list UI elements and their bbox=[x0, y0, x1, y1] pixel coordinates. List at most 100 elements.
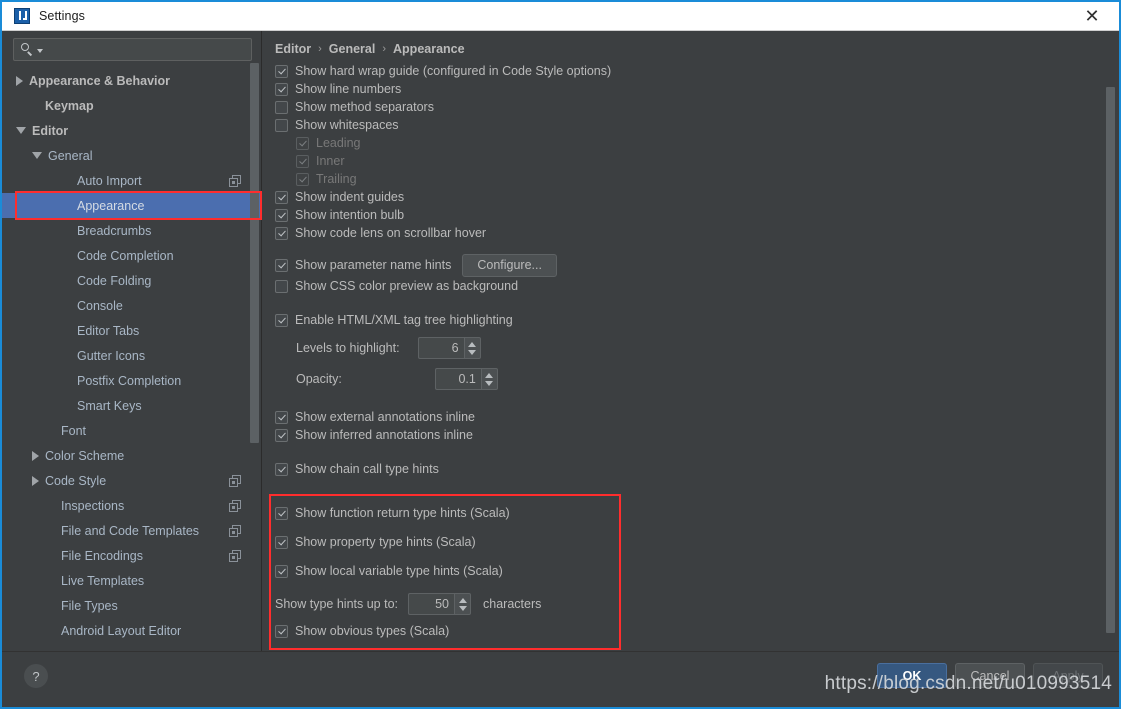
checkbox-show-indent-guides[interactable] bbox=[275, 190, 288, 204]
sidebar-item-breadcrumbs[interactable]: Breadcrumbs bbox=[2, 218, 261, 243]
spinner-down-icon[interactable] bbox=[468, 349, 477, 355]
checkbox-leading[interactable] bbox=[296, 136, 309, 150]
checkbox-show-hard-wrap-guide[interactable] bbox=[275, 64, 288, 78]
sidebar-item-file-encodings[interactable]: File Encodings bbox=[2, 543, 261, 568]
checkbox-show-parameter-name-hints[interactable] bbox=[275, 258, 288, 272]
sidebar-item-appearance[interactable]: Appearance bbox=[2, 193, 261, 218]
option-show-external-annotations[interactable]: Show external annotations inline bbox=[275, 408, 1119, 426]
option-trailing[interactable]: Trailing bbox=[275, 170, 1119, 188]
spinner-down-icon[interactable] bbox=[458, 605, 467, 611]
checkbox-show-external-annotations[interactable] bbox=[275, 410, 288, 424]
copy-icon[interactable] bbox=[229, 550, 241, 562]
chevron-down-icon[interactable] bbox=[32, 152, 42, 159]
option-enable-tag-tree-highlighting[interactable]: Enable HTML/XML tag tree highlighting bbox=[275, 311, 1119, 329]
sidebar-item-gutter-icons[interactable]: Gutter Icons bbox=[2, 343, 261, 368]
copy-icon[interactable] bbox=[229, 475, 241, 487]
spinner-type-hints-up-to[interactable] bbox=[408, 593, 471, 615]
spinner-up-icon[interactable] bbox=[485, 372, 494, 378]
checkbox-show-whitespaces[interactable] bbox=[275, 118, 288, 132]
checkbox-show-code-lens[interactable] bbox=[275, 226, 288, 240]
main-scrollbar[interactable] bbox=[1106, 31, 1115, 651]
chevron-right-icon[interactable] bbox=[32, 450, 39, 461]
sidebar-item-android-layout-editor[interactable]: Android Layout Editor bbox=[2, 618, 261, 643]
checkbox-show-property-type-hints[interactable] bbox=[275, 535, 288, 549]
breadcrumb-item-editor[interactable]: Editor bbox=[275, 42, 311, 56]
sidebar-item-file-types[interactable]: File Types bbox=[2, 593, 261, 618]
option-inner[interactable]: Inner bbox=[275, 152, 1119, 170]
sidebar-item-inspections[interactable]: Inspections bbox=[2, 493, 261, 518]
sidebar-scrollbar[interactable] bbox=[250, 31, 259, 651]
spinner-buttons-opacity[interactable] bbox=[480, 368, 498, 390]
checkbox-show-line-numbers[interactable] bbox=[275, 82, 288, 96]
breadcrumb-item-general[interactable]: General bbox=[329, 42, 376, 56]
spinner-buttons-levels[interactable] bbox=[463, 337, 481, 359]
sidebar-item-keymap[interactable]: Keymap bbox=[2, 93, 261, 118]
option-show-property-type-hints[interactable]: Show property type hints (Scala) bbox=[275, 533, 621, 551]
sidebar-item-editor[interactable]: Editor bbox=[2, 118, 261, 143]
option-show-inferred-annotations[interactable]: Show inferred annotations inline bbox=[275, 426, 1119, 444]
sidebar-item-postfix-completion[interactable]: Postfix Completion bbox=[2, 368, 261, 393]
copy-icon[interactable] bbox=[229, 175, 241, 187]
checkbox-show-method-separators[interactable] bbox=[275, 100, 288, 114]
sidebar-item-appearance-behavior[interactable]: Appearance & Behavior bbox=[2, 68, 261, 93]
chevron-right-icon[interactable] bbox=[16, 75, 23, 86]
option-show-indent-guides[interactable]: Show indent guides bbox=[275, 188, 1119, 206]
spinner-levels-to-highlight[interactable] bbox=[417, 337, 481, 359]
sidebar-item-code-folding[interactable]: Code Folding bbox=[2, 268, 261, 293]
sidebar-item-console[interactable]: Console bbox=[2, 293, 261, 318]
checkbox-show-function-return-type-hints[interactable] bbox=[275, 506, 288, 520]
sidebar-item-code-completion[interactable]: Code Completion bbox=[2, 243, 261, 268]
option-show-intention-bulb[interactable]: Show intention bulb bbox=[275, 206, 1119, 224]
copy-icon[interactable] bbox=[229, 525, 241, 537]
option-show-chain-call-type-hints[interactable]: Show chain call type hints bbox=[275, 460, 1119, 478]
spinner-input-levels-to-highlight[interactable] bbox=[417, 337, 464, 359]
checkbox-enable-tag-tree-highlighting[interactable] bbox=[275, 313, 288, 327]
checkbox-inner[interactable] bbox=[296, 154, 309, 168]
breadcrumb-item-appearance[interactable]: Appearance bbox=[393, 42, 465, 56]
checkbox-trailing[interactable] bbox=[296, 172, 309, 186]
option-show-local-variable-type-hints[interactable]: Show local variable type hints (Scala) bbox=[275, 562, 621, 580]
checkbox-show-intention-bulb[interactable] bbox=[275, 208, 288, 222]
option-show-obvious-types[interactable]: Show obvious types (Scala) bbox=[275, 622, 621, 640]
cancel-button[interactable]: Cancel bbox=[955, 663, 1025, 688]
option-show-code-lens[interactable]: Show code lens on scrollbar hover bbox=[275, 224, 1119, 242]
ok-button[interactable]: OK bbox=[877, 663, 947, 688]
option-show-css-color-preview[interactable]: Show CSS color preview as background bbox=[275, 277, 1119, 295]
sidebar-item-auto-import[interactable]: Auto Import bbox=[2, 168, 261, 193]
spinner-buttons-type-hints[interactable] bbox=[454, 593, 471, 615]
option-show-whitespaces[interactable]: Show whitespaces bbox=[275, 116, 1119, 134]
main-scrollbar-thumb[interactable] bbox=[1106, 87, 1115, 633]
option-show-line-numbers[interactable]: Show line numbers bbox=[275, 80, 1119, 98]
settings-tree[interactable]: Appearance & Behavior Keymap Editor General… bbox=[2, 68, 261, 651]
option-leading[interactable]: Leading bbox=[275, 134, 1119, 152]
spinner-down-icon[interactable] bbox=[485, 380, 494, 386]
spinner-up-icon[interactable] bbox=[458, 597, 467, 603]
sidebar-item-color-scheme[interactable]: Color Scheme bbox=[2, 443, 261, 468]
spinner-input-opacity[interactable] bbox=[434, 368, 481, 390]
spinner-opacity[interactable] bbox=[434, 368, 498, 390]
chevron-down-icon[interactable] bbox=[37, 49, 43, 53]
checkbox-show-css-color-preview[interactable] bbox=[275, 279, 288, 293]
sidebar-item-font[interactable]: Font bbox=[2, 418, 261, 443]
option-show-method-separators[interactable]: Show method separators bbox=[275, 98, 1119, 116]
option-show-parameter-name-hints[interactable]: Show parameter name hints Configure... bbox=[275, 253, 1119, 277]
search-box[interactable] bbox=[13, 38, 252, 61]
chevron-right-icon[interactable] bbox=[32, 475, 39, 486]
sidebar-item-general[interactable]: General bbox=[2, 143, 261, 168]
configure-button[interactable]: Configure... bbox=[462, 253, 557, 277]
checkbox-show-obvious-types[interactable] bbox=[275, 624, 288, 638]
sidebar-scrollbar-thumb[interactable] bbox=[250, 63, 259, 443]
copy-icon[interactable] bbox=[229, 500, 241, 512]
spinner-input-type-hints-up-to[interactable] bbox=[408, 593, 454, 615]
checkbox-show-chain-call-type-hints[interactable] bbox=[275, 462, 288, 476]
apply-button[interactable]: Apply bbox=[1033, 663, 1103, 688]
checkbox-show-local-variable-type-hints[interactable] bbox=[275, 564, 288, 578]
spinner-up-icon[interactable] bbox=[468, 341, 477, 347]
help-button[interactable]: ? bbox=[24, 664, 48, 688]
option-show-function-return-type-hints[interactable]: Show function return type hints (Scala) bbox=[275, 504, 621, 522]
sidebar-item-code-style[interactable]: Code Style bbox=[2, 468, 261, 493]
sidebar-item-smart-keys[interactable]: Smart Keys bbox=[2, 393, 261, 418]
close-icon[interactable]: ✕ bbox=[1075, 2, 1109, 31]
checkbox-show-inferred-annotations[interactable] bbox=[275, 428, 288, 442]
search-input[interactable] bbox=[47, 42, 251, 57]
